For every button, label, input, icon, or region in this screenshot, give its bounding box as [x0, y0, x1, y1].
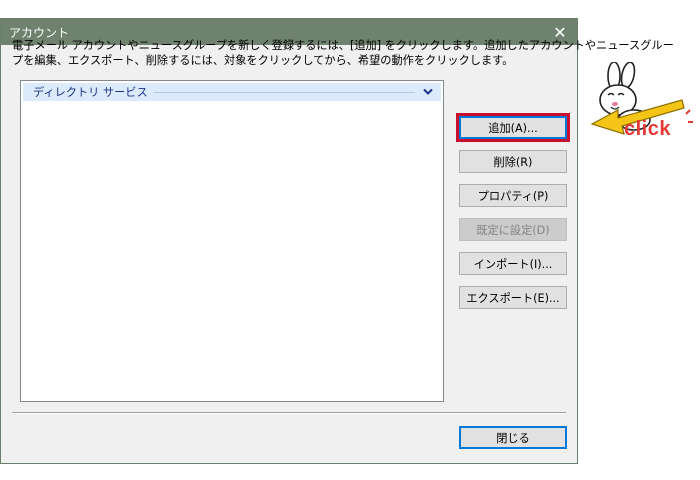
add-button[interactable]: 追加(A)... — [459, 116, 567, 139]
click-annotation-label: click — [624, 118, 671, 140]
properties-button[interactable]: プロパティ(P) — [459, 184, 567, 207]
remove-button[interactable]: 削除(R) — [459, 150, 567, 173]
close-button[interactable]: 閉じる — [459, 426, 567, 449]
set-default-button: 既定に設定(D) — [459, 218, 567, 241]
instructions-line-1: 電子メール アカウントやニュースグループを新しく登録するには、[追加] をクリッ… — [12, 39, 674, 52]
chevron-down-icon[interactable] — [421, 85, 435, 99]
account-list[interactable]: ディレクトリ サービス — [20, 80, 444, 402]
export-button[interactable]: エクスポート(E)... — [459, 286, 567, 309]
import-button[interactable]: インポート(I)... — [459, 252, 567, 275]
instructions-line-2: プを編集、エクスポート、削除するには、対象をクリックしてから、希望の動作をクリッ… — [12, 54, 514, 67]
instructions-text: 電子メール アカウントやニュースグループを新しく登録するには、[追加] をクリッ… — [12, 38, 674, 68]
group-label: ディレクトリ サービス — [33, 86, 148, 99]
group-header-directory-services[interactable]: ディレクトリ サービス — [23, 83, 441, 101]
footer-separator — [12, 412, 566, 414]
group-divider — [153, 91, 415, 93]
